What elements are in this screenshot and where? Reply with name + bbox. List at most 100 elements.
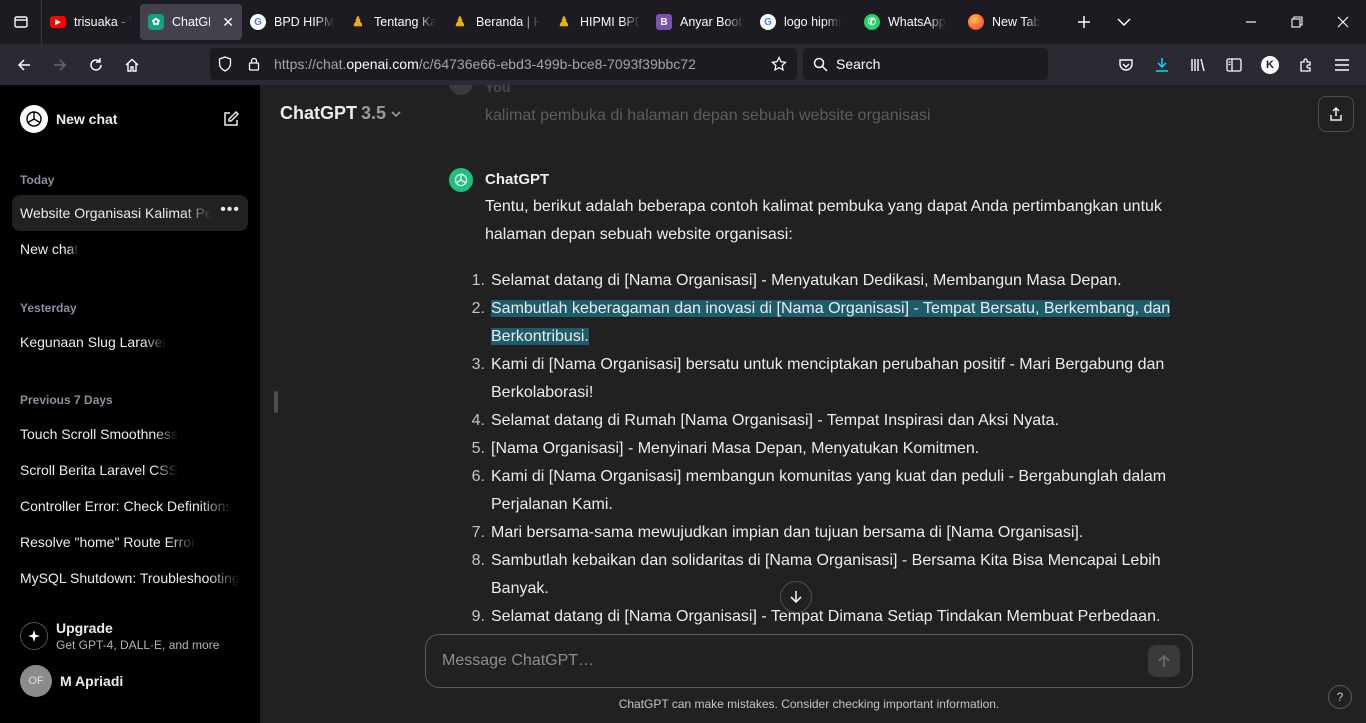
answer-list: 1. Selamat datang di [Nama Organisasi] - … [465, 267, 1185, 631]
list-item-number: 3. [471, 356, 485, 373]
whatsapp-icon: ✆ [864, 14, 880, 30]
upgrade-button[interactable]: Upgrade Get GPT-4, DALL·E, and more [12, 615, 248, 657]
model-name: ChatGPT [280, 103, 358, 123]
sidebar-chat-item[interactable]: Resolve "home" Route Error [12, 524, 248, 560]
search-icon [813, 57, 828, 72]
message-input[interactable] [442, 652, 1122, 670]
sidebar-chat-item[interactable]: Scroll Berita Laravel CSS [12, 452, 248, 488]
forward-button[interactable] [42, 49, 78, 81]
menu-button[interactable] [1324, 49, 1360, 81]
assistant-intro-text: Tentu, berikut adalah beberapa contoh ka… [485, 198, 1162, 243]
home-button[interactable] [114, 49, 150, 81]
browser-tab[interactable]: ♟ Beranda | HI [444, 4, 548, 40]
downloads-button[interactable] [1144, 49, 1180, 81]
browser-tab[interactable]: Glogo hipmi [752, 4, 856, 40]
browser-tab-label: HIPMI BPD [580, 15, 640, 29]
sidebar-chat-item[interactable]: Website Organisasi Kalimat Pembuka ••• [12, 195, 248, 231]
download-icon [1156, 57, 1168, 72]
youtube-icon: ▶ [50, 16, 66, 28]
puzzle-icon [1300, 57, 1311, 72]
hipmi-icon: ♟ [558, 14, 570, 29]
list-all-tabs-button[interactable] [1104, 0, 1144, 44]
search-bar[interactable]: Search [803, 48, 1048, 80]
disclaimer-text: ChatGPT can make mistakes. Consider chec… [618, 697, 1000, 711]
browser-tab[interactable]: G BPD HIPMI [242, 4, 342, 40]
shield-icon[interactable] [218, 56, 234, 72]
user-menu-button[interactable]: OF M Apriadi [12, 663, 248, 699]
bookmark-star-icon[interactable] [771, 56, 787, 72]
firefox-view-button[interactable] [0, 0, 42, 44]
sidebar-chat-item[interactable]: New chat [12, 231, 248, 267]
sidebar-chat-item[interactable]: MySQL Shutdown: Troubleshooting [12, 560, 248, 596]
new-tab-button[interactable] [1064, 0, 1104, 44]
close-window-button[interactable] [1320, 0, 1366, 44]
extensions-button[interactable] [1288, 49, 1324, 81]
toolbar-right: K [1108, 44, 1366, 85]
url-prefix: https://chat. [274, 56, 347, 72]
browser-tab[interactable]: ▶ trisuaka - Yo [42, 4, 140, 40]
list-item-text: [Nama Organisasi] - Menyinari Masa Depan… [491, 440, 980, 457]
browser-tab[interactable]: ✆ WhatsApp [856, 4, 960, 40]
model-selector[interactable]: ChatGPT 3.5 [280, 103, 402, 124]
browser-tab-label: New Tab [992, 15, 1041, 29]
compose-icon[interactable] [222, 110, 240, 133]
url-text: https://chat.openai.com/c/64736e66-ebd3-… [274, 56, 696, 72]
hipmi-icon: ♟ [352, 14, 364, 29]
url-bar[interactable]: https://chat.openai.com/c/64736e66-ebd3-… [210, 48, 797, 80]
list-item-text: Kami di [Nama Organisasi] bersatu untuk … [491, 356, 1165, 401]
help-button[interactable]: ? [1328, 685, 1352, 709]
scroll-to-bottom-button[interactable] [780, 581, 812, 613]
back-button[interactable] [6, 49, 42, 81]
browser-tab[interactable]: ♟ Tentang Kam [342, 4, 444, 40]
more-options-icon[interactable]: ••• [220, 201, 240, 219]
google-icon: G [760, 14, 776, 30]
upgrade-title: Upgrade [56, 620, 113, 636]
sidebar-chat-item[interactable]: Touch Scroll Smoothness [12, 416, 248, 452]
pocket-button[interactable] [1108, 49, 1144, 81]
browser-tab-label: Anyar Boots [680, 15, 744, 29]
close-tab-icon[interactable]: ✕ [222, 14, 234, 31]
list-item-text: Selamat datang di Rumah [Nama Organisasi… [491, 412, 1059, 429]
message-author: ChatGPT [485, 171, 550, 188]
bootstrap-icon: B [656, 14, 672, 30]
list-item: 9. Selamat datang di [Nama Organisasi] - … [465, 603, 1185, 631]
list-item-text: Mari bersama-sama mewujudkan impian dan … [491, 524, 1084, 541]
arrow-down-icon [790, 591, 802, 604]
browser-tab[interactable]: B Anyar Boots [648, 4, 752, 40]
browser-nav-bar: https://chat.openai.com/c/64736e66-ebd3-… [0, 44, 1366, 85]
sidebar-chat-item[interactable]: Controller Error: Check Definitions [12, 488, 248, 524]
browser-tab[interactable]: ✿ ChatGPT ✕ [140, 4, 242, 40]
browser-tab-label: Tentang Kam [374, 15, 436, 29]
hamburger-icon [1335, 58, 1349, 71]
minimize-button[interactable] [1228, 0, 1274, 44]
list-item: 2. Sambutlah keberagaman dan inovasi di [… [465, 295, 1185, 351]
sidebar-chat-label: MySQL Shutdown: Troubleshooting [20, 570, 240, 586]
url-path: /c/64736e66-ebd3-499b-bce8-7093f39bbc72 [418, 56, 696, 72]
browser-tab[interactable]: ♟ HIPMI BPD [548, 4, 648, 40]
url-host: openai.com [346, 56, 419, 72]
share-icon [1330, 106, 1342, 121]
list-item-number: 5. [471, 440, 485, 457]
library-button[interactable] [1180, 49, 1216, 81]
list-item-number: 9. [471, 608, 485, 625]
lock-icon[interactable] [248, 57, 262, 71]
send-button[interactable] [1148, 645, 1180, 677]
search-placeholder: Search [836, 56, 881, 72]
new-chat-button[interactable]: New chat [12, 101, 248, 137]
reload-icon [90, 57, 102, 71]
restore-button[interactable] [1274, 0, 1320, 44]
browser-tab-label: WhatsApp [888, 15, 946, 29]
browser-tab-bar: ▶ trisuaka - Yo ✿ ChatGPT ✕ G BPD HIPMI ♟ Tentan… [0, 0, 1366, 44]
browser-tab[interactable]: New Tab [960, 4, 1058, 40]
list-item-text: Selamat datang di [Nama Organisasi] - Te… [491, 608, 1161, 625]
chat-main: You kalimat pembuka di halaman depan seb… [260, 85, 1366, 723]
list-item-text: Selamat datang di [Nama Organisasi] - Me… [491, 272, 1122, 289]
sidebar-toggle-button[interactable] [1216, 49, 1252, 81]
minimize-icon [1246, 21, 1256, 23]
sidebar-resize-handle[interactable] [274, 391, 278, 413]
account-button[interactable]: K [1252, 49, 1288, 81]
model-version: 3.5 [361, 103, 387, 123]
sidebar-chat-item[interactable]: Kegunaan Slug Laravel [12, 324, 248, 360]
reload-button[interactable] [78, 49, 114, 81]
share-button[interactable] [1318, 96, 1354, 132]
